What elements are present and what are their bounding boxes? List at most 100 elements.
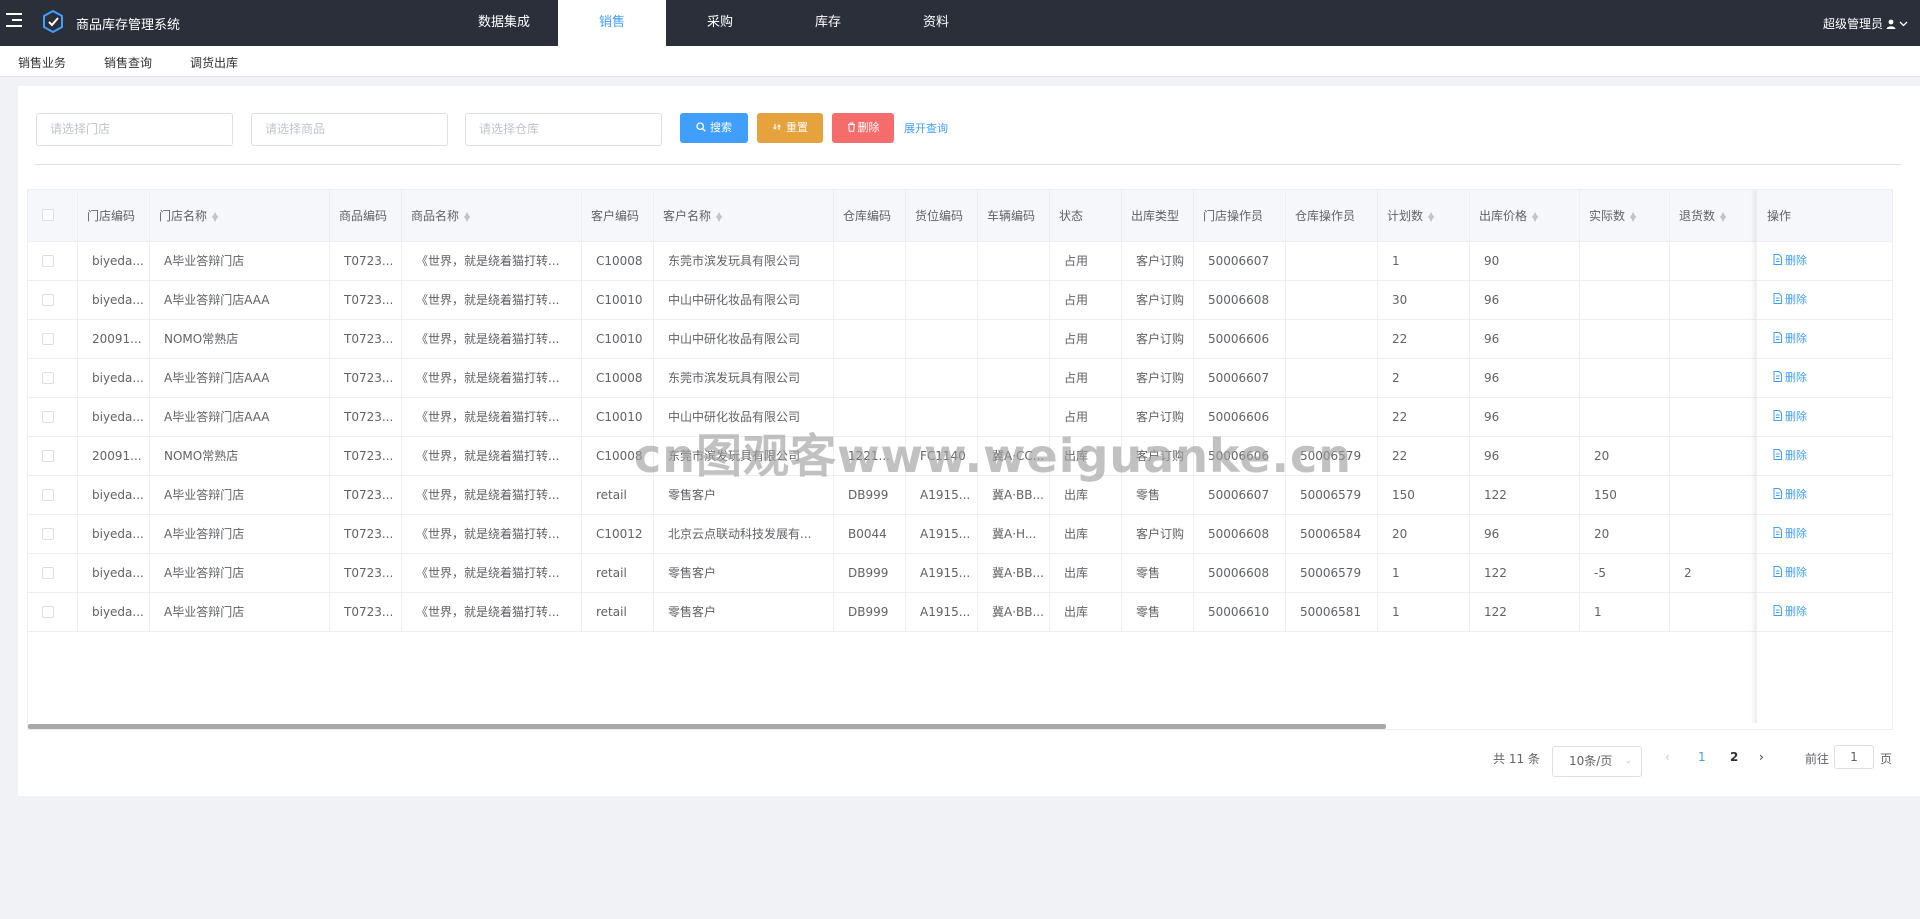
- row-delete-button[interactable]: 删除: [1757, 281, 1892, 320]
- sort-caret-icon[interactable]: ▲ ▼: [1630, 210, 1636, 222]
- header-label: 商品名称: [411, 209, 460, 223]
- row-checkbox[interactable]: [42, 606, 54, 618]
- row-delete-button[interactable]: 删除: [1757, 398, 1892, 437]
- cell-location-code: A1915...: [906, 476, 978, 515]
- table-row[interactable]: 20091... NOMO常熟店 T0723... 《世界，就是绕着猫打转... C10…: [28, 320, 1892, 359]
- row-checkbox[interactable]: [42, 333, 54, 345]
- header-store-name[interactable]: 门店名称 ▲ ▼: [150, 190, 330, 242]
- header-planned-qty[interactable]: 计划数 ▲ ▼: [1378, 190, 1470, 242]
- cell-outbound-type: 客户订购: [1122, 398, 1194, 437]
- header-select-all[interactable]: [28, 190, 78, 242]
- table-row[interactable]: biyeda... A毕业答辩门店 T0723... 《世界，就是绕着猫打转... C1…: [28, 242, 1892, 281]
- sort-caret-icon[interactable]: ▲ ▼: [1428, 210, 1434, 222]
- header-actual-qty[interactable]: 实际数 ▲ ▼: [1580, 190, 1670, 242]
- warehouse-select[interactable]: 请选择仓库: [465, 113, 662, 146]
- cell-product-name: 《世界，就是绕着猫打转...: [402, 320, 582, 359]
- row-delete-button[interactable]: 删除: [1757, 437, 1892, 476]
- row-delete-button[interactable]: 删除: [1757, 320, 1892, 359]
- row-delete-button[interactable]: 删除: [1757, 359, 1892, 398]
- select-all-checkbox[interactable]: [42, 209, 54, 221]
- nav-item-data-integration[interactable]: 数据集成: [450, 0, 558, 46]
- horizontal-scrollbar[interactable]: [28, 723, 1758, 729]
- cell-planned-qty: 1: [1378, 242, 1470, 281]
- nav-item-profile[interactable]: 资料: [882, 0, 990, 46]
- row-delete-button[interactable]: 删除: [1757, 242, 1892, 281]
- row-select-cell: [28, 515, 78, 554]
- subnav-sales-query[interactable]: 销售查询: [104, 54, 152, 71]
- row-checkbox[interactable]: [42, 255, 54, 267]
- nav-item-purchase[interactable]: 采购: [666, 0, 774, 46]
- cell-customer-code: retail: [582, 593, 654, 632]
- row-delete-button[interactable]: 删除: [1757, 476, 1892, 515]
- store-select[interactable]: 请选择门店: [36, 113, 233, 146]
- cell-return-qty: [1670, 281, 1760, 320]
- user-name: 超级管理员: [1822, 17, 1883, 31]
- header-customer-name[interactable]: 客户名称 ▲ ▼: [654, 190, 834, 242]
- table-row[interactable]: biyeda... A毕业答辩门店 T0723... 《世界，就是绕着猫打转... re…: [28, 593, 1892, 632]
- user-menu[interactable]: 超级管理员: [1823, 15, 1908, 32]
- table-row[interactable]: biyeda... A毕业答辩门店AAA T0723... 《世界，就是绕着猫打转..…: [28, 398, 1892, 437]
- row-checkbox[interactable]: [42, 450, 54, 462]
- cell-warehouse-code: [834, 398, 906, 437]
- row-checkbox[interactable]: [42, 294, 54, 306]
- batch-delete-button[interactable]: 删除: [832, 113, 894, 143]
- table-row[interactable]: biyeda... A毕业答辩门店AAA T0723... 《世界，就是绕着猫打转..…: [28, 359, 1892, 398]
- row-checkbox[interactable]: [42, 411, 54, 423]
- prev-page-button[interactable]: ‹: [1665, 750, 1670, 764]
- page-size-value: 10条/页: [1569, 754, 1613, 768]
- cell-vehicle-code: 冀A·BB...: [978, 554, 1050, 593]
- batch-delete-label: 删除: [857, 121, 880, 134]
- row-delete-button[interactable]: 删除: [1757, 593, 1892, 632]
- page-2-button[interactable]: 2: [1730, 750, 1738, 764]
- row-checkbox[interactable]: [42, 528, 54, 540]
- header-outbound-price[interactable]: 出库价格 ▲ ▼: [1470, 190, 1580, 242]
- header-product-name[interactable]: 商品名称 ▲ ▼: [402, 190, 582, 242]
- cell-actual-qty: [1580, 398, 1670, 437]
- cell-status: 占用: [1050, 281, 1122, 320]
- sort-caret-icon[interactable]: ▲ ▼: [212, 210, 218, 222]
- row-checkbox[interactable]: [42, 372, 54, 384]
- next-page-button[interactable]: ›: [1759, 750, 1764, 764]
- search-button[interactable]: 搜索: [680, 113, 748, 143]
- sort-caret-icon[interactable]: ▲ ▼: [716, 210, 722, 222]
- subnav-sales-business[interactable]: 销售业务: [18, 54, 66, 71]
- expand-query-link[interactable]: 展开查询: [904, 120, 948, 136]
- row-delete-button[interactable]: 删除: [1757, 515, 1892, 554]
- table-row[interactable]: 20091... NOMO常熟店 T0723... 《世界，就是绕着猫打转... C10…: [28, 437, 1892, 476]
- row-checkbox[interactable]: [42, 567, 54, 579]
- row-delete-button[interactable]: 删除: [1757, 554, 1892, 593]
- document-icon: [1773, 449, 1782, 460]
- product-select[interactable]: 请选择商品: [251, 113, 448, 146]
- page-1-button[interactable]: 1: [1698, 750, 1706, 764]
- sort-caret-icon[interactable]: ▲ ▼: [1720, 210, 1726, 222]
- refresh-icon: [773, 124, 781, 130]
- horizontal-scrollbar-thumb[interactable]: [28, 724, 1386, 729]
- row-checkbox[interactable]: [42, 489, 54, 501]
- header-return-qty[interactable]: 退货数 ▲ ▼: [1670, 190, 1760, 242]
- sort-caret-icon[interactable]: ▲ ▼: [464, 210, 470, 222]
- cell-actual-qty: 1: [1580, 593, 1670, 632]
- subnav-transfer-out[interactable]: 调货出库: [190, 54, 238, 71]
- nav-item-sales[interactable]: 销售: [558, 0, 666, 46]
- page-size-select[interactable]: 10条/页 ⌄: [1552, 746, 1642, 777]
- table-row[interactable]: biyeda... A毕业答辩门店 T0723... 《世界，就是绕着猫打转... re…: [28, 476, 1892, 515]
- cell-customer-code: C10008: [582, 242, 654, 281]
- sort-caret-icon[interactable]: ▲ ▼: [1532, 210, 1538, 222]
- reset-button[interactable]: 重置: [757, 113, 823, 143]
- menu-toggle-icon[interactable]: [6, 12, 24, 30]
- row-delete-label: 删除: [1785, 488, 1807, 501]
- cell-location-code: [906, 359, 978, 398]
- cell-return-qty: [1670, 437, 1760, 476]
- table-row[interactable]: biyeda... A毕业答辩门店 T0723... 《世界，就是绕着猫打转... C1…: [28, 515, 1892, 554]
- table-row[interactable]: biyeda... A毕业答辩门店AAA T0723... 《世界，就是绕着猫打转..…: [28, 281, 1892, 320]
- cell-status: 占用: [1050, 359, 1122, 398]
- cell-store-name: A毕业答辩门店AAA: [150, 398, 330, 437]
- cell-actual-qty: [1580, 359, 1670, 398]
- cell-warehouse-code: DB999: [834, 554, 906, 593]
- cell-customer-name: 零售客户: [654, 554, 834, 593]
- cell-vehicle-code: [978, 242, 1050, 281]
- table-row[interactable]: biyeda... A毕业答辩门店 T0723... 《世界，就是绕着猫打转... re…: [28, 554, 1892, 593]
- cell-return-qty: [1670, 320, 1760, 359]
- jump-page-input[interactable]: 1: [1834, 745, 1874, 769]
- nav-item-inventory[interactable]: 库存: [774, 0, 882, 46]
